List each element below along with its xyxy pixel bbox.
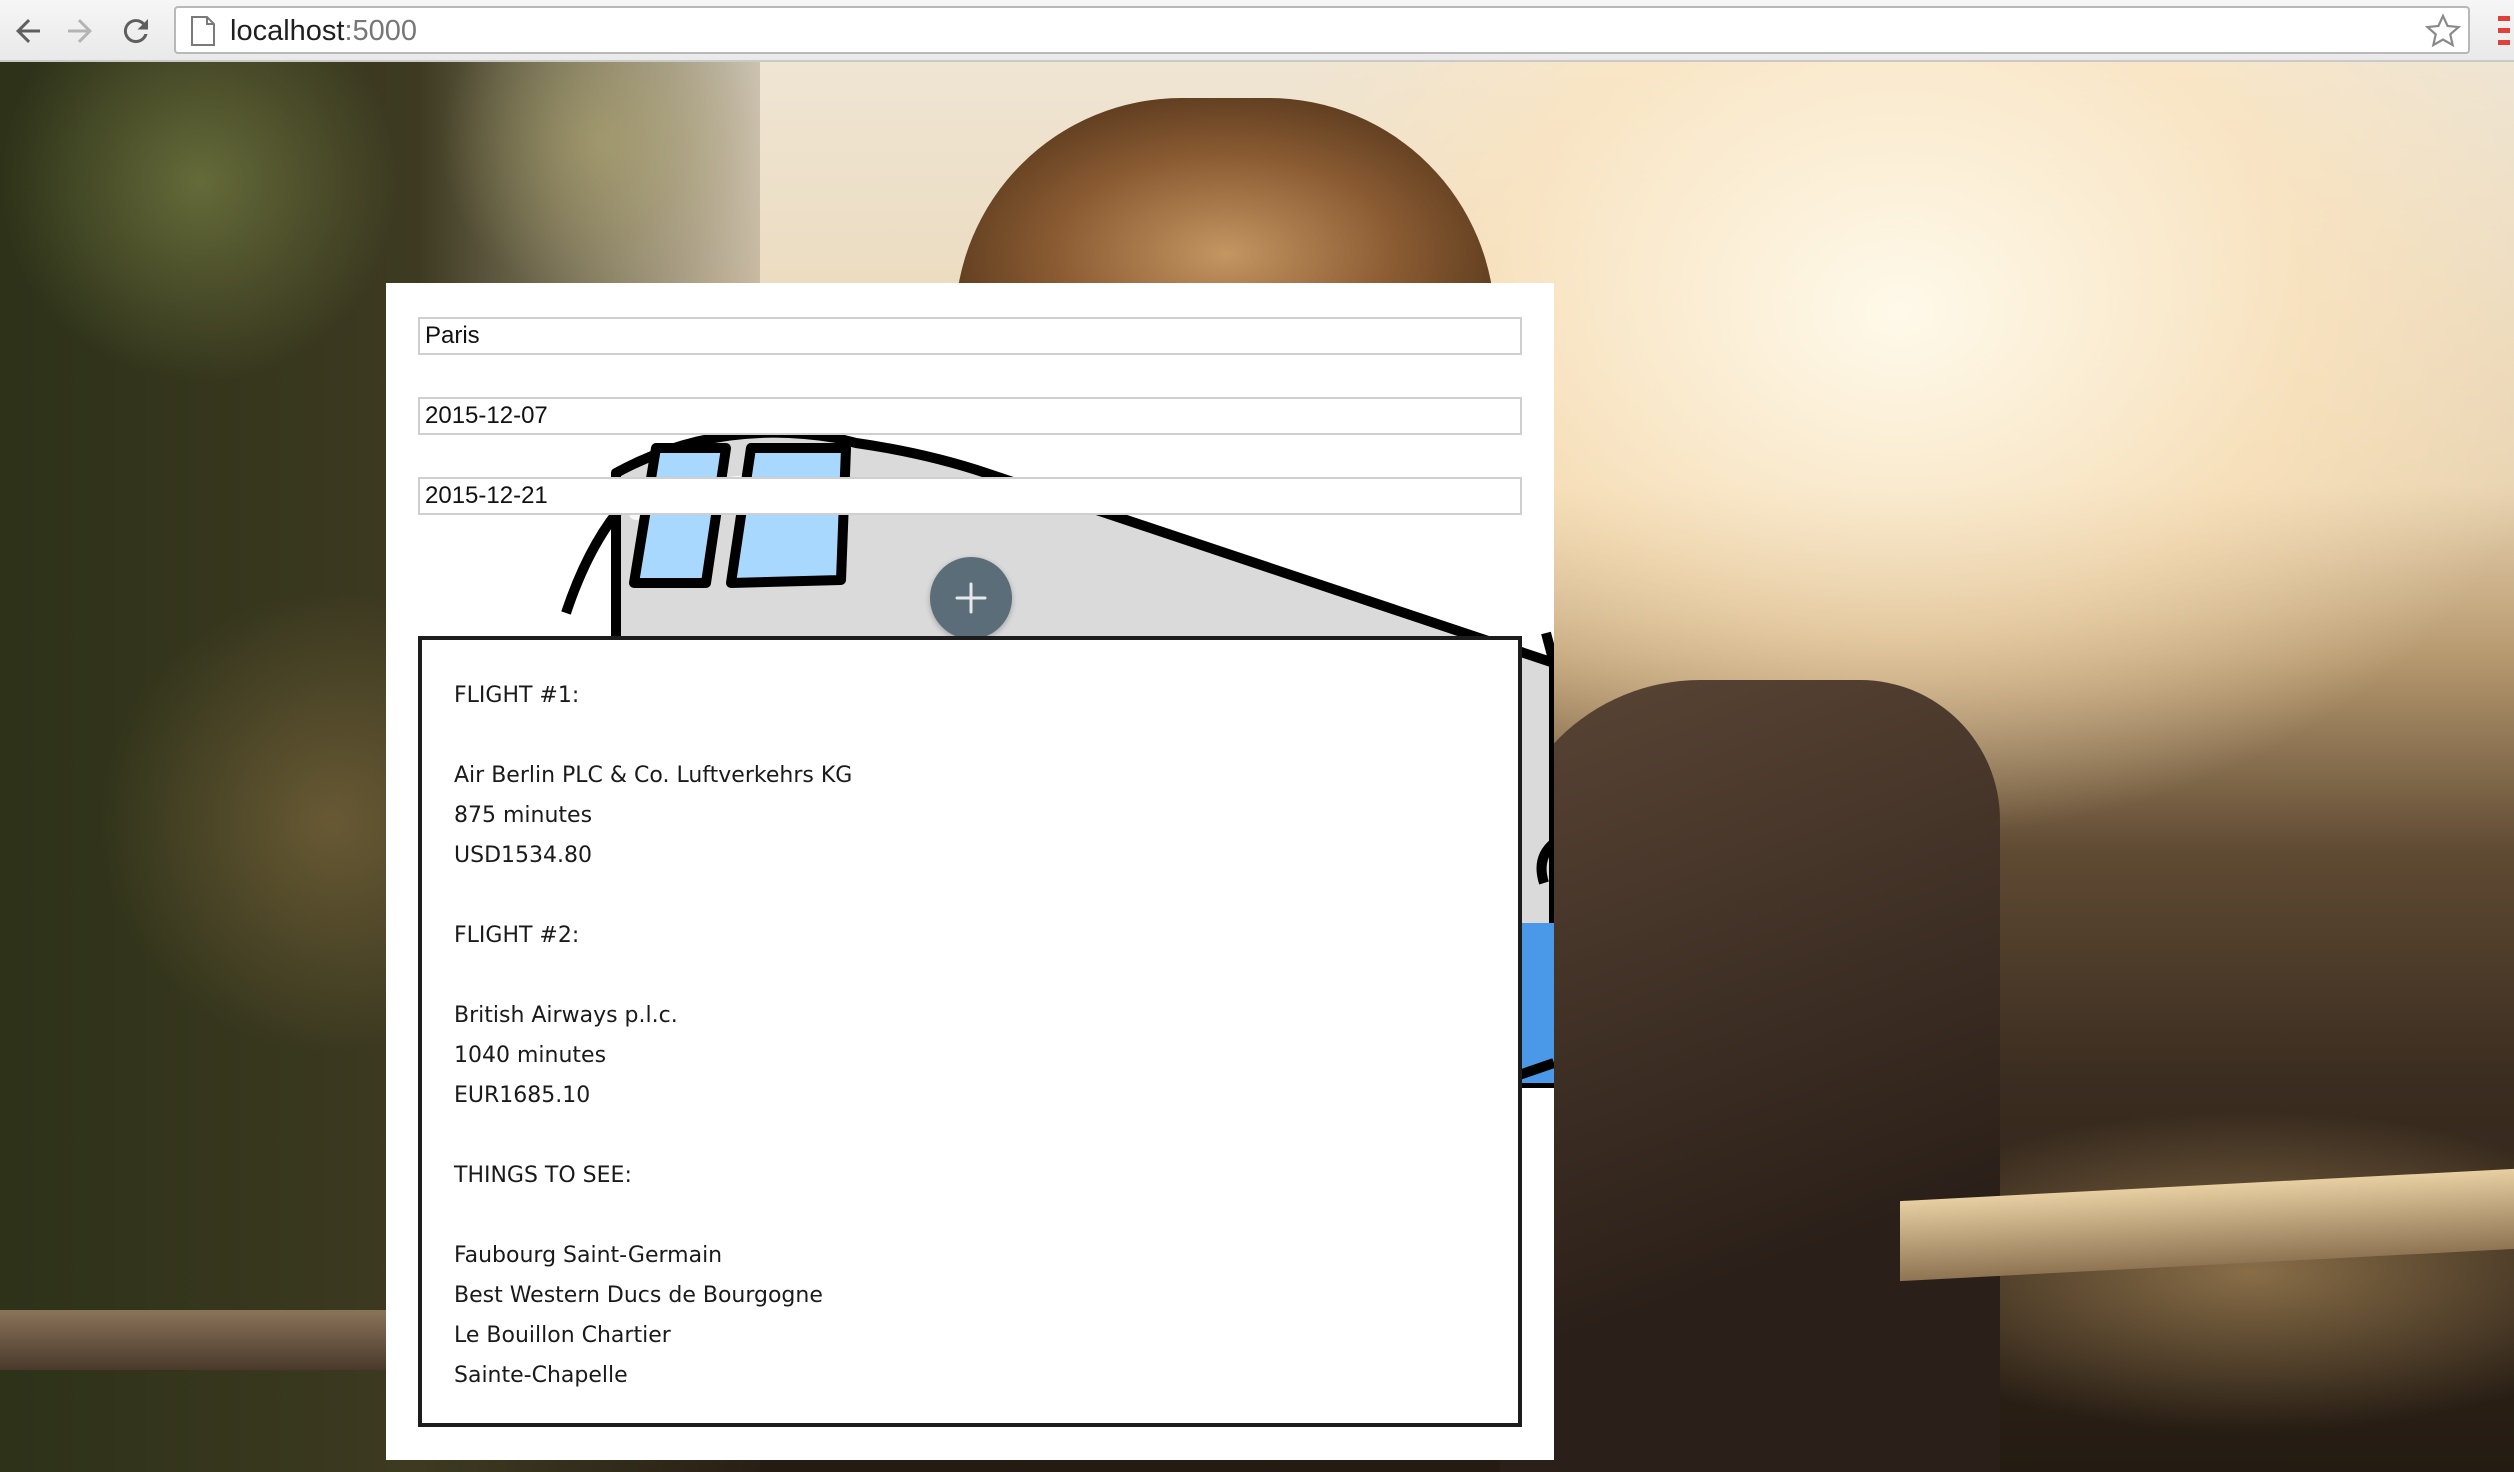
reload-button[interactable] <box>114 9 158 53</box>
plus-icon <box>955 582 987 614</box>
menu-icon[interactable] <box>2494 14 2510 48</box>
add-button[interactable] <box>930 557 1012 639</box>
reload-icon <box>123 19 148 44</box>
search-card: FLIGHT #1: Air Berlin PLC & Co. Luftverk… <box>386 283 1554 1460</box>
browser-toolbar: localhost:5000 <box>0 0 2514 62</box>
things-to-see-item: Best Western Ducs de Bourgogne <box>454 1283 823 1308</box>
things-to-see-item: Faubourg Saint-Germain <box>454 1243 723 1268</box>
things-to-see-heading: THINGS TO SEE: <box>454 1163 632 1188</box>
flight-2-airline: British Airways p.l.c. <box>454 1003 678 1028</box>
things-to-see-item: Sainte-Chapelle <box>454 1363 628 1388</box>
flight-1-duration: 875 minutes <box>454 803 593 828</box>
address-bar[interactable]: localhost:5000 <box>174 6 2470 54</box>
results-panel: FLIGHT #1: Air Berlin PLC & Co. Luftverk… <box>418 636 1522 1427</box>
back-button[interactable] <box>6 9 50 53</box>
flight-2-price: EUR1685.10 <box>454 1083 591 1108</box>
forward-button[interactable] <box>58 9 102 53</box>
end-date-input[interactable] <box>418 477 1522 515</box>
flight-1-airline: Air Berlin PLC & Co. Luftverkehrs KG <box>454 763 853 788</box>
page-icon <box>191 16 215 46</box>
arrow-left-icon <box>16 19 40 43</box>
arrow-right-icon <box>68 19 92 43</box>
background-person-jacket <box>1500 680 2000 1472</box>
url-host: localhost <box>230 15 345 47</box>
flight-1-price: USD1534.80 <box>454 843 592 868</box>
things-to-see-item: Le Bouillon Chartier <box>454 1323 671 1348</box>
flight-2-heading: FLIGHT #2: <box>454 923 580 948</box>
flight-1-heading: FLIGHT #1: <box>454 683 580 708</box>
background-ledge <box>0 1310 420 1370</box>
star-icon[interactable] <box>2424 12 2462 50</box>
flight-2-duration: 1040 minutes <box>454 1043 607 1068</box>
city-input[interactable] <box>418 317 1522 355</box>
start-date-input[interactable] <box>418 397 1522 435</box>
url-text[interactable]: localhost:5000 <box>230 14 417 48</box>
url-port: :5000 <box>344 15 418 47</box>
